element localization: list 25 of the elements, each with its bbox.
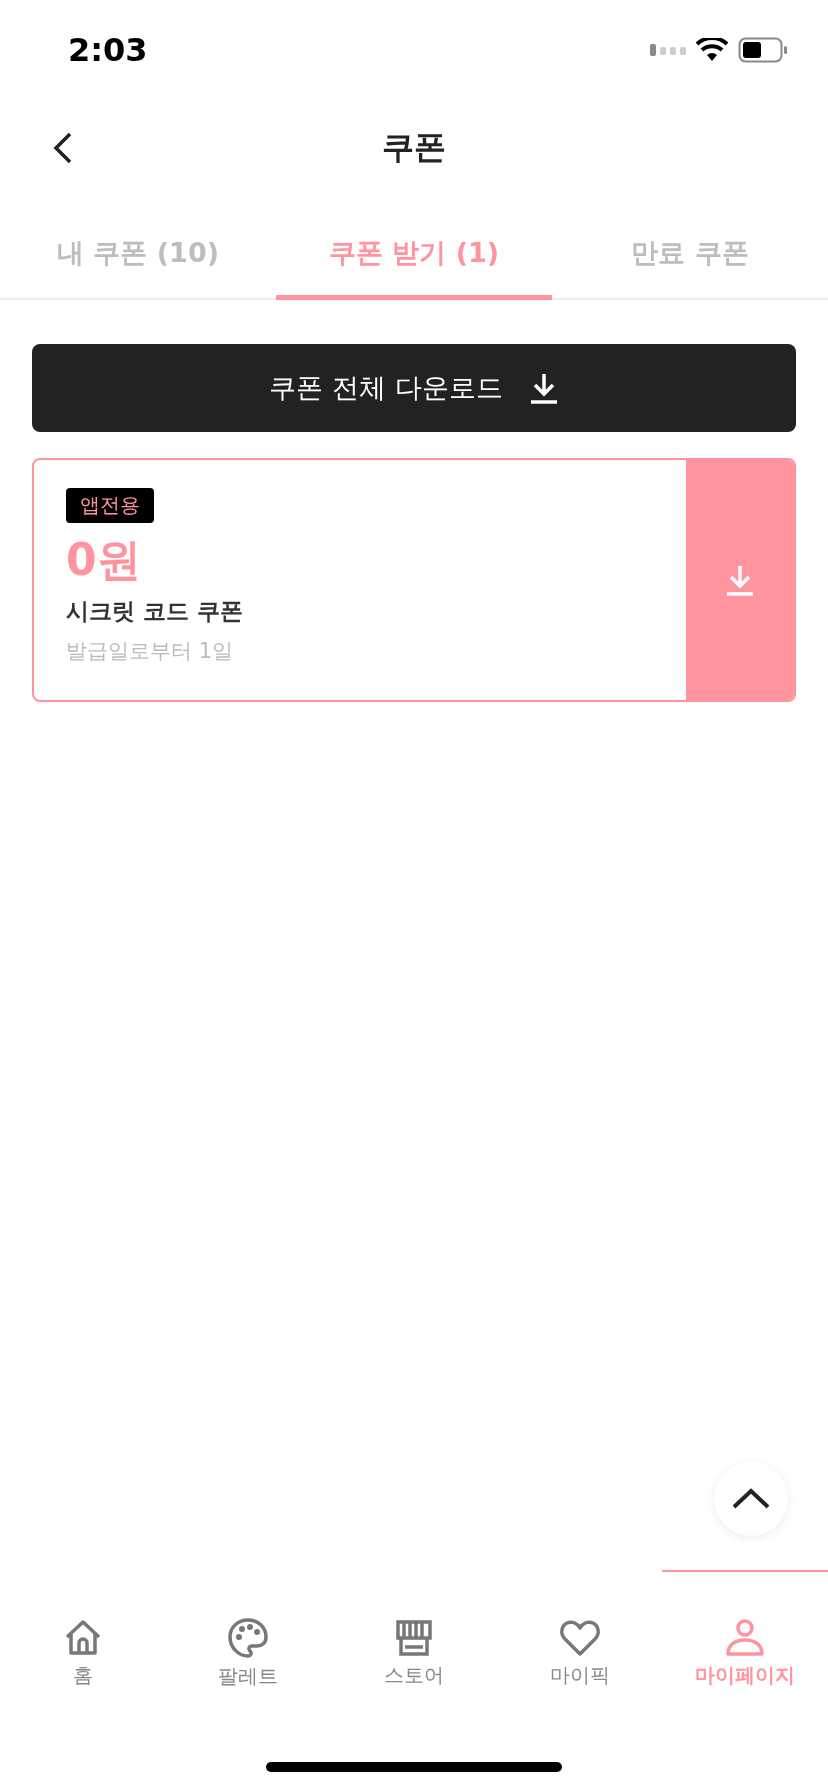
tab[interactable]: 쿠폰 받기 (1) xyxy=(276,210,552,300)
download-icon xyxy=(725,564,755,596)
nav-item[interactable]: 마이페이지 xyxy=(662,1570,828,1700)
status-time: 2:03 xyxy=(68,31,148,69)
tab[interactable]: 내 쿠폰 (10) xyxy=(0,210,276,300)
chevron-up-icon xyxy=(731,1487,771,1511)
store-icon xyxy=(394,1617,434,1658)
nav-item[interactable]: 홈 xyxy=(0,1570,166,1700)
heart-icon xyxy=(558,1617,601,1658)
nav-item[interactable]: 팔레트 xyxy=(165,1570,332,1700)
signal-icon xyxy=(650,43,686,57)
coupon-name: 시크릿 코드 쿠폰 xyxy=(66,597,243,626)
wifi-icon xyxy=(696,38,728,62)
nav-item[interactable]: 마이픽 xyxy=(496,1570,663,1700)
coupon-tag: 앱전용 xyxy=(66,488,154,523)
download-icon xyxy=(528,372,559,404)
coupon-amount: 0원 xyxy=(66,533,141,587)
coupon-validity: 발급일로부터 1일 xyxy=(66,638,234,665)
battery-icon xyxy=(738,37,788,63)
palette-icon xyxy=(227,1616,270,1659)
download-all-button[interactable]: 쿠폰 전체 다운로드 xyxy=(32,344,796,432)
nav-item[interactable]: 스토어 xyxy=(331,1570,497,1700)
page-title: 쿠폰 xyxy=(382,126,446,168)
person-icon xyxy=(724,1617,767,1658)
tab[interactable]: 만료 쿠폰 xyxy=(552,210,828,300)
